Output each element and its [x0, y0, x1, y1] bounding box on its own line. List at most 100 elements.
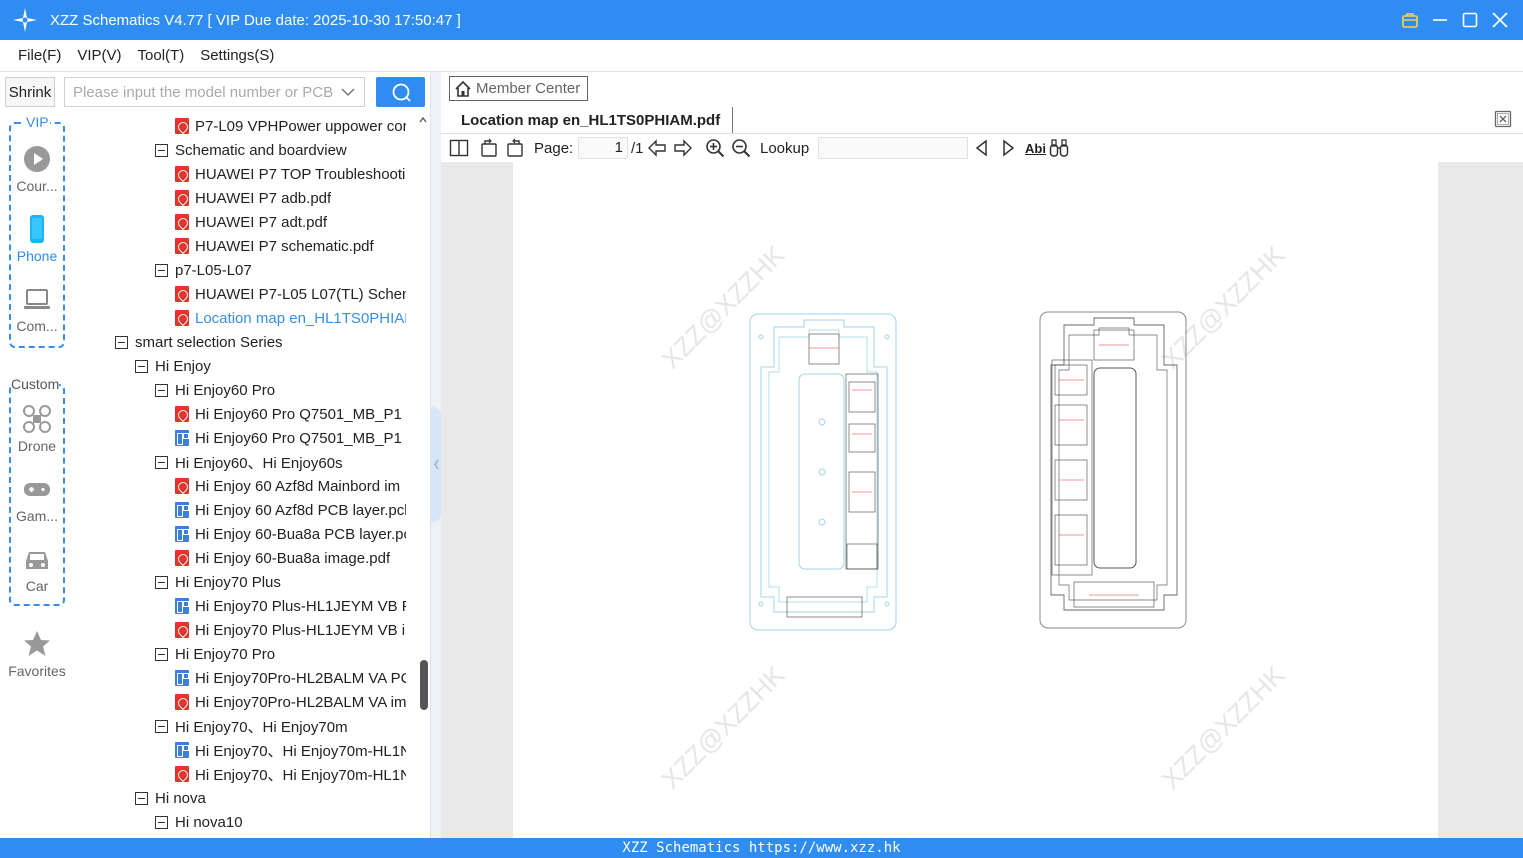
rotate-right-icon: [507, 138, 523, 157]
tree-file[interactable]: HUAWEI P7 adb.pdf: [175, 186, 406, 210]
tree-file[interactable]: Hi Enjoy 60-Bua8a image.pdf: [175, 546, 406, 570]
pdf-file-icon: [175, 118, 189, 134]
next-page-button[interactable]: [673, 138, 693, 158]
menu-tool[interactable]: Tool(T): [138, 47, 185, 64]
tree-file[interactable]: HUAWEI P7 adt.pdf: [175, 210, 406, 234]
rotate-right-button[interactable]: [505, 138, 525, 158]
search-button[interactable]: [376, 77, 425, 107]
match-case-button[interactable]: Abi: [1025, 138, 1046, 158]
tree-file[interactable]: Hi Enjoy70 Plus-HL1JEYM VB PC: [175, 594, 406, 618]
minimize-button[interactable]: [1429, 9, 1451, 31]
collapse-toggle-icon[interactable]: [135, 791, 148, 805]
collapse-toggle-icon[interactable]: [135, 359, 148, 373]
lookup-input[interactable]: [818, 137, 968, 159]
tree-file[interactable]: Hi Enjoy70、Hi Enjoy70m-HL1N: [175, 762, 406, 786]
tree-file[interactable]: Hi Enjoy70、Hi Enjoy70m-HL1N: [175, 738, 406, 762]
chevron-down-icon[interactable]: [340, 84, 356, 100]
tree-file[interactable]: Hi Enjoy 60 Azf8d PCB layer.pcb: [175, 498, 406, 522]
rail-item-computer[interactable]: Com...: [0, 284, 74, 334]
document-area[interactable]: XZZ@XZZHK XZZ@XZZHK XZZ@XZZHK XZZ@XZZHK: [441, 162, 1523, 838]
pcb-file-icon: [175, 502, 189, 518]
tree-folder[interactable]: Hi nova10: [155, 810, 406, 834]
collapse-toggle-icon[interactable]: [155, 815, 168, 829]
tree-file[interactable]: Hi Enjoy60 Pro Q7501_MB_P1 P: [175, 426, 406, 450]
menu-file[interactable]: File(F): [18, 47, 61, 64]
custom-caption: Custom: [11, 376, 60, 392]
two-page-button[interactable]: [449, 138, 469, 158]
zoom-in-button[interactable]: [705, 138, 725, 158]
rail-item-course[interactable]: Cour...: [0, 144, 74, 194]
pdf-file-icon: [175, 622, 189, 638]
collapse-toggle-icon[interactable]: [155, 263, 168, 277]
tree-scrollbar[interactable]: [416, 112, 430, 838]
tree-item-label: Hi Enjoy70Pro-HL2BALM VA PC: [195, 669, 406, 687]
rotate-left-button[interactable]: [479, 138, 499, 158]
tree-file[interactable]: Hi Enjoy70Pro-HL2BALM VA im: [175, 690, 406, 714]
rail-item-drone[interactable]: Drone: [0, 404, 74, 454]
zoom-out-icon: [732, 139, 751, 158]
vip-bag-icon[interactable]: [1399, 9, 1421, 31]
play-icon: [24, 146, 50, 172]
previous-page-button[interactable]: [647, 138, 667, 158]
tree-folder[interactable]: Hi nova: [135, 786, 406, 810]
two-page-icon: [449, 139, 469, 157]
tree-file[interactable]: HUAWEI P7 schematic.pdf: [175, 234, 406, 258]
tree-file[interactable]: HUAWEI P7 TOP Troubleshootin: [175, 162, 406, 186]
zoom-out-button[interactable]: [731, 138, 751, 158]
tree-file[interactable]: Hi Enjoy60 Pro Q7501_MB_P1 M: [175, 402, 406, 426]
tree-folder[interactable]: Hi Enjoy70 Pro: [155, 642, 406, 666]
tree-file[interactable]: P7-L09 VPHPower uppower cor: [175, 114, 406, 138]
tree-file[interactable]: Hi Enjoy 60-Bua8a PCB layer.pc: [175, 522, 406, 546]
rail-item-game[interactable]: Gam...: [0, 474, 74, 524]
find-previous-button[interactable]: [972, 138, 992, 158]
tree-item-label: HUAWEI P7-L05 L07(TL) Schema: [195, 285, 406, 303]
document-tab[interactable]: Location map en_HL1TS0PHIAM.pdf: [450, 107, 734, 133]
scroll-thumb[interactable]: [420, 660, 428, 710]
find-next-button[interactable]: [998, 138, 1018, 158]
collapse-toggle-icon[interactable]: [155, 143, 168, 157]
collapse-toggle-icon[interactable]: [115, 335, 128, 349]
tree-folder[interactable]: Schematic and boardview: [155, 138, 406, 162]
tree-file[interactable]: Hi Enjoy70 Plus-HL1JEYM VB im: [175, 618, 406, 642]
scroll-up-icon[interactable]: [419, 116, 427, 124]
tree-folder[interactable]: Hi Enjoy70、Hi Enjoy70m: [155, 714, 406, 738]
tree-file[interactable]: HUAWEI P7-L05 L07(TL) Schema: [175, 282, 406, 306]
panel-splitter[interactable]: [430, 72, 442, 838]
model-search-input[interactable]: [65, 78, 335, 106]
tree-item-label: p7-L05-L07: [175, 261, 252, 279]
pdf-file-icon: [175, 238, 189, 254]
find-all-button[interactable]: [1049, 138, 1069, 158]
member-center-button[interactable]: Member Center: [449, 76, 588, 101]
rail-item-favorites[interactable]: Favorites: [0, 629, 74, 679]
tree-folder[interactable]: smart selection Series: [115, 330, 406, 354]
close-button[interactable]: [1489, 9, 1511, 31]
shrink-button[interactable]: Shrink: [5, 77, 55, 107]
board-layout-front: [749, 313, 897, 631]
tree-item-label: Hi Enjoy: [155, 357, 211, 375]
document-page[interactable]: XZZ@XZZHK XZZ@XZZHK XZZ@XZZHK XZZ@XZZHK: [513, 162, 1438, 838]
tree-folder[interactable]: Hi Enjoy60 Pro: [155, 378, 406, 402]
collapse-toggle-icon[interactable]: [155, 719, 168, 733]
menu-vip[interactable]: VIP(V): [77, 47, 121, 64]
tree-file[interactable]: Hi Enjoy 60 Azf8d Mainbord im: [175, 474, 406, 498]
pdf-file-icon: [175, 766, 189, 782]
rail-item-car[interactable]: Car: [0, 544, 74, 594]
tree-folder[interactable]: Hi Enjoy: [135, 354, 406, 378]
collapse-toggle-icon[interactable]: [155, 647, 168, 661]
collapse-toggle-icon[interactable]: [155, 575, 168, 589]
tree-file[interactable]: Hi Enjoy70Pro-HL2BALM VA PC: [175, 666, 406, 690]
maximize-button[interactable]: [1459, 9, 1481, 31]
rail-item-phone[interactable]: Phone: [0, 214, 74, 264]
tree-folder[interactable]: p7-L05-L07: [155, 258, 406, 282]
page-number-input[interactable]: 1: [578, 137, 628, 159]
menu-settings[interactable]: Settings(S): [200, 47, 274, 64]
collapse-toggle-icon[interactable]: [155, 383, 168, 397]
collapse-toggle-icon[interactable]: [155, 455, 168, 469]
tree-file[interactable]: Location map en_HL1TS0PHIAM: [175, 306, 406, 330]
tree-item-label: Hi Enjoy 60 Azf8d PCB layer.pcb: [195, 501, 406, 519]
window-title: XZZ Schematics V4.77 [ VIP Due date: 202…: [50, 11, 461, 29]
tree-folder[interactable]: Hi Enjoy70 Plus: [155, 570, 406, 594]
menu-bar: File(F) VIP(V) Tool(T) Settings(S): [0, 40, 1523, 72]
close-document-icon[interactable]: [1494, 110, 1512, 128]
tree-folder[interactable]: Hi Enjoy60、Hi Enjoy60s: [155, 450, 406, 474]
